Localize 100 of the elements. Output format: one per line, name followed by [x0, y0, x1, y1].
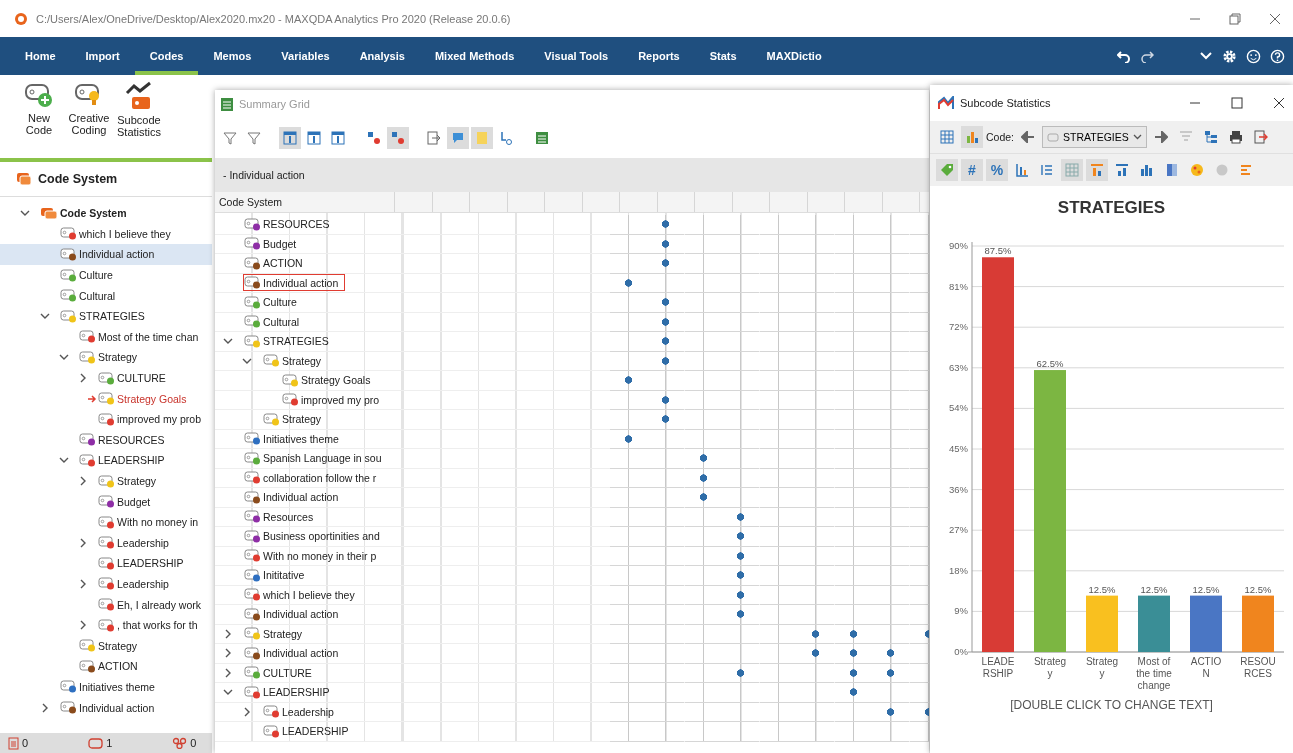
tree-item[interactable]: Cultural	[0, 285, 212, 306]
code-item[interactable]: Leadership	[262, 703, 341, 721]
code-item[interactable]: Individual action	[243, 644, 346, 662]
tree-item[interactable]: LEADERSHIP	[0, 450, 212, 471]
code-item[interactable]: CULTURE	[243, 664, 319, 682]
menu-tab[interactable]: Reports	[623, 37, 695, 75]
menu-tab[interactable]: Home	[10, 37, 71, 75]
chevron-right-icon[interactable]	[223, 667, 233, 678]
menu-tab[interactable]: MAXDictio	[751, 37, 837, 75]
code-item[interactable]: Resources	[243, 508, 321, 526]
menu-tab[interactable]: Codes	[134, 37, 199, 75]
code-item[interactable]: LEADERSHIP	[243, 683, 337, 701]
code-item[interactable]: STRATEGIES	[243, 332, 336, 350]
bar-chart-icon[interactable]	[961, 126, 983, 148]
tree-item[interactable]: ACTION	[0, 656, 212, 677]
tree-item[interactable]: LEADERSHIP	[0, 553, 212, 574]
menu-tab[interactable]: Mixed Methods	[419, 37, 530, 75]
help-icon[interactable]	[1270, 48, 1285, 64]
ribbon-button[interactable]: Subcode Statistics	[116, 81, 162, 138]
chevron-right-icon[interactable]	[223, 648, 233, 659]
chevron-right-icon[interactable]	[40, 702, 50, 713]
close-icon[interactable]	[1273, 97, 1285, 109]
chevron-right-icon[interactable]	[242, 706, 252, 717]
tree-item[interactable]: RESOURCES	[0, 429, 212, 451]
menu-tab[interactable]: Import	[70, 37, 135, 75]
tag-icon	[244, 568, 261, 582]
tree-item[interactable]: Strategy	[0, 470, 212, 492]
menu-tab[interactable]: Stats	[694, 37, 752, 75]
redo-icon[interactable]	[1140, 49, 1154, 63]
code-item[interactable]: Cultural	[243, 313, 307, 331]
code-item[interactable]: LEADERSHIP	[262, 722, 356, 740]
tag-icon	[244, 627, 261, 641]
chevron-right-icon[interactable]	[78, 620, 88, 631]
code-item[interactable]: RESOURCES	[243, 215, 337, 233]
menu-tab[interactable]: Visual Tools	[529, 37, 624, 75]
comment-icon[interactable]	[447, 127, 469, 149]
code-item[interactable]: Culture	[243, 293, 304, 311]
ribbon-button[interactable]: New Code	[16, 81, 62, 136]
node-icon[interactable]	[387, 127, 409, 149]
tree-item[interactable]: Leadership	[0, 532, 212, 554]
menu-tab[interactable]: Memos	[198, 37, 267, 75]
tree-item[interactable]: Culture	[0, 264, 212, 286]
tree-item[interactable]: STRATEGIES	[0, 305, 212, 327]
tree-item[interactable]: Strategy	[0, 635, 212, 657]
code-item[interactable]: Initiatives theme	[243, 430, 346, 448]
tree-item[interactable]: which I believe they	[0, 223, 212, 245]
tree-item[interactable]: Most of the time chan	[0, 326, 212, 348]
layout-icon[interactable]	[279, 127, 301, 149]
restore-icon[interactable]	[1229, 12, 1241, 25]
code-item[interactable]: Individual action	[243, 605, 346, 623]
chevron-right-icon[interactable]	[223, 628, 233, 639]
tree-item[interactable]: Individual action	[0, 244, 212, 265]
close-icon[interactable]	[1269, 12, 1281, 25]
chart-caption[interactable]: [DOUBLE CLICK TO CHANGE TEXT]	[1010, 698, 1213, 712]
code-item[interactable]: Individual action	[243, 274, 346, 292]
code-item[interactable]: Inititative	[243, 566, 312, 584]
chevron-right-icon[interactable]	[78, 373, 88, 384]
count-label: 1	[106, 737, 113, 749]
tree-item[interactable]: With no money in	[0, 511, 212, 533]
tag-icon	[60, 227, 77, 241]
code-item[interactable]: Strategy	[262, 410, 329, 428]
chevron-right-icon[interactable]	[78, 579, 88, 589]
chevron-right-icon[interactable]	[78, 476, 88, 486]
code-item[interactable]: collaboration follow the r	[243, 469, 384, 487]
tree-item[interactable]: Strategy	[0, 347, 212, 368]
tree-item[interactable]: Leadership	[0, 573, 212, 595]
code-item[interactable]: With no money in their p	[243, 547, 384, 565]
tree-item[interactable]: Initiatives theme	[0, 676, 212, 698]
sort-icon[interactable]	[1086, 159, 1108, 181]
maximize-icon[interactable]	[1231, 97, 1243, 109]
code-item[interactable]: Strategy Goals	[281, 371, 378, 389]
settings-icon[interactable]	[1222, 48, 1237, 64]
code-item[interactable]: Budget	[243, 235, 304, 253]
code-item[interactable]: Spanish Language in sou	[243, 449, 389, 467]
tree-item[interactable]: Budget	[0, 491, 212, 512]
tree-item[interactable]: Eh, I already work	[0, 594, 212, 615]
tree-item[interactable]: Individual action	[0, 697, 212, 718]
tag-icon	[263, 412, 280, 426]
code-item[interactable]: which I believe they	[243, 586, 362, 604]
toggle-button[interactable]: #	[961, 159, 983, 181]
code-item[interactable]: Business oportinities and	[243, 527, 387, 545]
code-item[interactable]: Strategy	[243, 625, 310, 643]
chevron-right-icon[interactable]	[78, 537, 88, 548]
tree-item[interactable]: , that works for th	[0, 614, 212, 636]
ribbon-button[interactable]: Creative Coding	[66, 81, 112, 136]
tree-item[interactable]: Code System	[0, 203, 212, 224]
smiley-icon[interactable]	[1246, 48, 1261, 64]
code-item[interactable]: Individual action	[243, 488, 346, 506]
tree-item[interactable]: Strategy Goals	[0, 388, 212, 409]
tree-item[interactable]: CULTURE	[0, 367, 212, 389]
code-item[interactable]: Strategy	[262, 352, 329, 370]
undo-icon[interactable]	[1117, 49, 1131, 63]
toggle-button[interactable]: %	[986, 159, 1008, 181]
tag-icon	[244, 295, 261, 309]
code-dropdown[interactable]: STRATEGIES	[1042, 126, 1147, 148]
menu-tab[interactable]: Analysis	[344, 37, 420, 75]
tree-item[interactable]: improved my prob	[0, 408, 212, 430]
code-item[interactable]: ACTION	[243, 254, 310, 272]
menu-tab[interactable]: Variables	[266, 37, 345, 75]
code-item[interactable]: improved my pro	[281, 391, 387, 409]
